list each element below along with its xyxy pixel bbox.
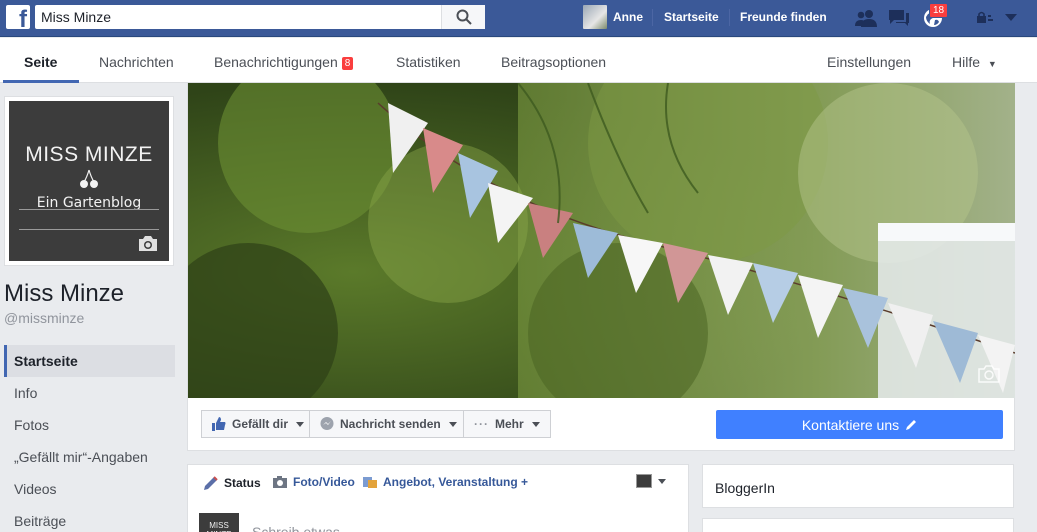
page-side-navigation: Startseite Info Fotos „Gefällt mir“-Anga…	[4, 345, 175, 532]
cherry-icon	[78, 169, 100, 193]
facebook-logo-icon[interactable]: f	[6, 5, 30, 33]
composer-tab-offer-event[interactable]: Angebot, Veranstaltung +	[362, 475, 528, 489]
sidebar-item-info[interactable]: Info	[4, 377, 175, 409]
help-menu[interactable]: Hilfe ▼	[952, 54, 997, 70]
composer-tab-photo-video[interactable]: Foto/Video	[272, 475, 355, 489]
pencil-icon	[204, 476, 218, 490]
search-icon	[456, 9, 472, 25]
sidebar-item-home[interactable]: Startseite	[4, 345, 175, 377]
divider	[19, 229, 159, 230]
notifications-badge: 18	[929, 3, 949, 18]
messenger-icon	[320, 417, 334, 430]
account-menu-chevron-down-icon[interactable]	[1000, 7, 1022, 29]
settings-link[interactable]: Einstellungen	[827, 54, 911, 70]
top-navigation-bar: f Anne Startseite Freunde finden 18	[0, 0, 1037, 37]
home-link[interactable]: Startseite	[664, 10, 719, 24]
page-title: Miss Minze	[4, 280, 125, 307]
contact-us-button[interactable]: Kontaktiere uns	[716, 410, 1003, 439]
composer-avatar: MISS MINZE	[199, 513, 239, 532]
facebook-logo-letter: f	[19, 6, 27, 33]
tab-insights[interactable]: Statistiken	[396, 54, 461, 70]
find-friends-link[interactable]: Freunde finden	[740, 10, 827, 24]
more-label: Mehr	[495, 417, 524, 431]
search-button[interactable]	[441, 5, 485, 29]
page-category[interactable]: BloggerIn	[715, 480, 775, 496]
send-message-label: Nachricht senden	[340, 417, 441, 431]
tab-notifications-label: Benachrichtigungen	[214, 54, 338, 70]
post-as-selector[interactable]	[636, 474, 666, 488]
page-admin-navigation: Seite Nachrichten Benachrichtigungen 8 St…	[0, 38, 1037, 83]
more-dots-icon: ···	[474, 417, 489, 431]
notifications-count-badge: 8	[341, 57, 354, 70]
help-label: Hilfe	[952, 54, 981, 70]
thumbs-up-icon	[212, 417, 226, 431]
post-composer: Status Foto/Video Angebot, Veranstaltung…	[187, 464, 689, 532]
send-message-button[interactable]: Nachricht senden	[309, 410, 468, 438]
chevron-down-icon	[296, 421, 305, 427]
pencil-icon	[906, 419, 917, 430]
like-button-label: Gefällt dir	[232, 417, 289, 431]
search-input[interactable]	[35, 5, 440, 29]
sidebar-item-photos[interactable]: Fotos	[4, 409, 175, 441]
friend-requests-icon[interactable]	[854, 7, 878, 29]
composer-input[interactable]: Schreib etwas...	[252, 524, 352, 532]
tab-notifications[interactable]: Benachrichtigungen 8	[214, 54, 354, 70]
camera-icon	[273, 476, 287, 488]
page-category-card: BloggerIn	[702, 464, 1014, 508]
chevron-down-icon	[531, 421, 540, 427]
search-box	[35, 5, 485, 29]
camera-icon[interactable]	[137, 235, 159, 255]
sidebar-item-posts[interactable]: Beiträge	[4, 505, 175, 532]
profile-name: Anne	[613, 10, 643, 24]
profile-picture-frame[interactable]: MISS MINZE Ein Gartenblog	[4, 96, 174, 266]
more-button[interactable]: ··· Mehr	[463, 410, 551, 438]
profile-picture: MISS MINZE Ein Gartenblog	[9, 101, 169, 261]
cover-camera-icon[interactable]	[977, 365, 1001, 386]
chevron-down-icon	[448, 421, 457, 427]
divider	[19, 209, 159, 210]
like-page-button[interactable]: Gefällt dir	[201, 410, 316, 438]
chevron-down-icon	[658, 478, 666, 484]
cover-card: Gefällt dir Nachricht senden ··· Mehr Ko…	[187, 83, 1015, 451]
cover-image	[188, 83, 1015, 398]
sidebar-item-videos[interactable]: Videos	[4, 473, 175, 505]
tab-page[interactable]: Seite	[24, 54, 57, 70]
composer-tab-status[interactable]: Status	[203, 475, 261, 491]
chevron-down-icon: ▼	[987, 59, 997, 69]
page-username[interactable]: @missminze	[4, 310, 84, 326]
contact-us-label: Kontaktiere uns	[801, 416, 900, 433]
offer-event-icon	[363, 477, 377, 488]
composer-status-label: Status	[224, 476, 261, 490]
divider	[652, 9, 653, 26]
composer-photo-label: Foto/Video	[293, 475, 355, 489]
logo-title: MISS MINZE	[25, 143, 153, 166]
composer-offer-label: Angebot, Veranstaltung +	[383, 475, 529, 489]
cover-photo[interactable]	[188, 83, 1015, 398]
messages-icon[interactable]	[887, 7, 911, 29]
sidebar-item-likes[interactable]: „Gefällt mir“-Angaben	[4, 441, 175, 473]
right-card	[702, 518, 1014, 532]
privacy-shortcuts-icon[interactable]	[975, 7, 997, 29]
tab-messages[interactable]: Nachrichten	[99, 54, 174, 70]
profile-link[interactable]: Anne	[583, 5, 643, 29]
tab-publishing-tools[interactable]: Beitragsoptionen	[501, 54, 606, 70]
divider	[729, 9, 730, 26]
active-tab-indicator	[3, 80, 79, 83]
page-avatar-small	[636, 474, 652, 488]
avatar	[583, 5, 607, 29]
